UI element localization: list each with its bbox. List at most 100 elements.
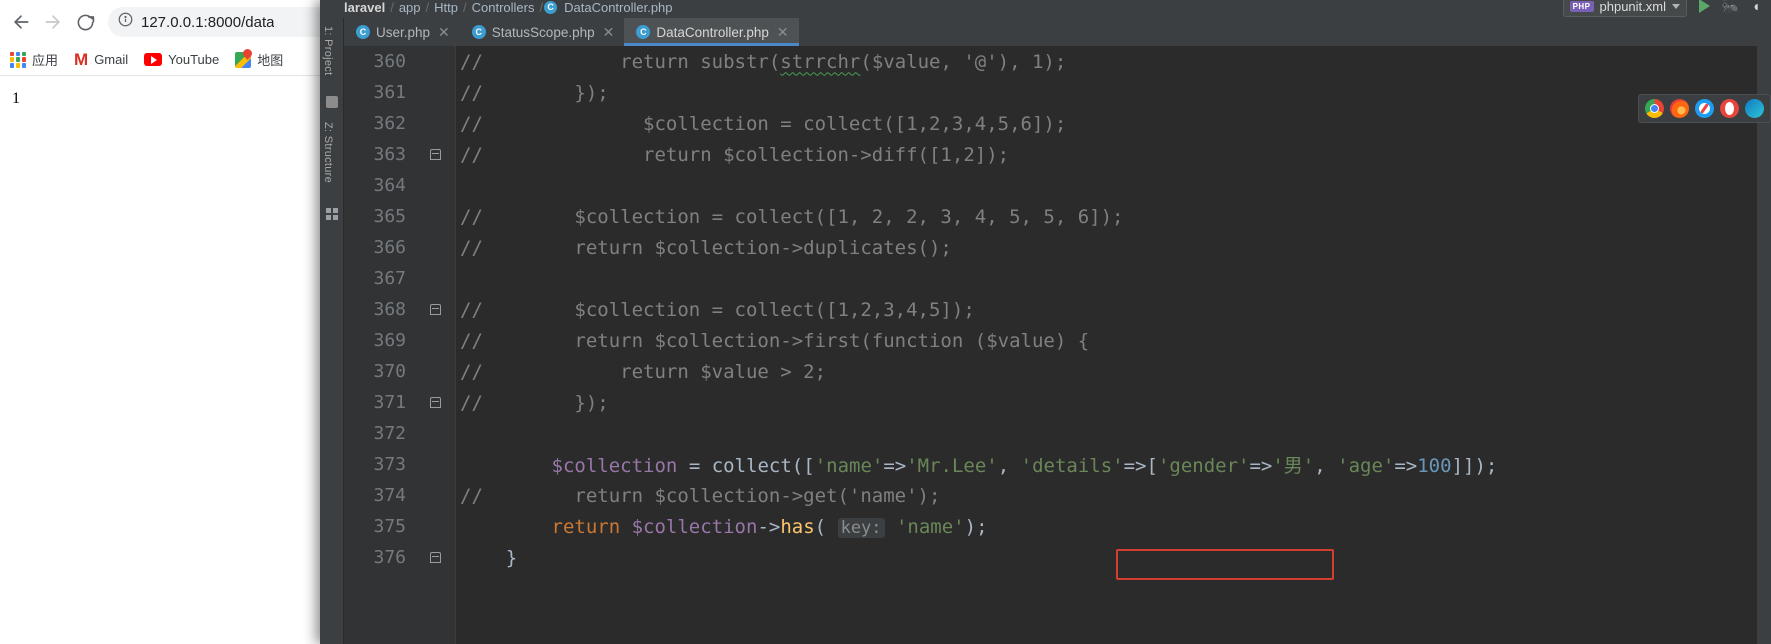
line-content: // }); [460, 81, 609, 104]
line-content: // }); [460, 391, 609, 414]
arrow-left-icon [11, 12, 31, 32]
reload-button[interactable] [70, 7, 100, 37]
info-circle-icon[interactable] [118, 12, 133, 32]
code-line[interactable]: 373 $collection = collect(['name'=>'Mr.L… [344, 449, 1771, 480]
breadcrumb-http[interactable]: Http [430, 0, 462, 15]
line-number: 368 [373, 299, 406, 320]
edge-icon[interactable] [1745, 99, 1764, 118]
code-line[interactable]: 369 // return $collection->first(functio… [344, 325, 1771, 356]
chrome-browser-window: 127.0.0.1:8000/data 应用 M Gmail YouTube 地… [0, 0, 360, 644]
bookmark-label: 地图 [257, 53, 284, 68]
line-number: 376 [373, 547, 406, 568]
breadcrumb-file[interactable]: DataController.php [560, 0, 676, 15]
code-fold-icon[interactable] [429, 304, 441, 315]
tab-user-php[interactable]: C User.php ✕ [344, 18, 460, 46]
bookmark-gmail[interactable]: M Gmail [74, 51, 128, 68]
line-content: return $collection->has( key: 'name'); [551, 515, 988, 538]
code-line[interactable]: 376 } [344, 542, 1771, 573]
code-line[interactable]: 367 [344, 263, 1771, 294]
tab-label: StatusScope.php [491, 24, 595, 40]
address-bar[interactable]: 127.0.0.1:8000/data [108, 7, 353, 37]
apps-grid-icon [10, 51, 26, 68]
fold-column[interactable] [414, 149, 456, 160]
opera-icon[interactable] [1720, 99, 1739, 118]
sidebar-item-project[interactable]: 1: Project [322, 26, 334, 75]
back-button[interactable] [6, 7, 36, 37]
code-line[interactable]: 374 // return $collection->get('name'); [344, 480, 1771, 511]
code-line[interactable]: 360 // return substr(strrchr($value, '@'… [344, 46, 1771, 77]
line-content: // return $collection->first(function ($… [460, 329, 1090, 352]
code-line[interactable]: 363 // return $collection->diff([1,2]); [344, 139, 1771, 170]
breadcrumb: laravel / app / Http / Controllers / C D… [340, 0, 677, 15]
page-content: 1 [0, 76, 359, 122]
close-icon[interactable]: ✕ [438, 25, 450, 39]
line-number: 373 [373, 454, 406, 475]
folder-icon[interactable] [326, 96, 338, 108]
tab-label: DataController.php [656, 24, 769, 40]
gmail-icon: M [74, 50, 89, 69]
structure-icon[interactable] [326, 208, 338, 220]
bookmark-label: 应用 [32, 53, 59, 68]
reload-icon [76, 13, 95, 32]
breadcrumb-controllers[interactable]: Controllers [468, 0, 539, 15]
left-tool-window-stripe: 1: Project Z: Structure [320, 18, 344, 644]
php-class-icon: C [356, 25, 370, 39]
run-configuration-selector[interactable]: PHP phpunit.xml [1562, 0, 1687, 17]
forward-button[interactable] [38, 7, 68, 37]
breadcrumb-app[interactable]: app [395, 0, 425, 15]
firefox-icon[interactable] [1670, 99, 1689, 118]
code-line[interactable]: 361 // }); [344, 77, 1771, 108]
code-line[interactable]: 362 // $collection = collect([1,2,3,4,5,… [344, 108, 1771, 139]
bookmark-youtube[interactable]: YouTube [144, 52, 219, 67]
coverage-button[interactable]: ◖ [1747, 0, 1765, 15]
code-fold-icon[interactable] [429, 397, 441, 408]
tab-datacontroller-php[interactable]: C DataController.php ✕ [624, 18, 799, 46]
code-editor[interactable]: 360 // return substr(strrchr($value, '@'… [344, 46, 1771, 644]
run-triangle-icon [1698, 0, 1710, 13]
close-icon[interactable]: ✕ [777, 25, 789, 39]
google-maps-icon [235, 51, 252, 68]
line-content: // return $value > 2; [460, 360, 827, 383]
chrome-icon[interactable] [1645, 99, 1664, 118]
run-button[interactable] [1695, 0, 1713, 15]
line-number: 370 [373, 361, 406, 382]
bookmarks-bar: 应用 M Gmail YouTube 地图 [0, 44, 359, 76]
code-fold-icon[interactable] [429, 552, 441, 563]
safari-icon[interactable] [1695, 99, 1714, 118]
code-line[interactable]: 371 // }); [344, 387, 1771, 418]
line-content: // $collection = collect([1, 2, 2, 3, 4,… [460, 205, 1124, 228]
line-number: 363 [373, 144, 406, 165]
line-number: 374 [373, 485, 406, 506]
close-icon[interactable]: ✕ [603, 25, 615, 39]
code-fold-icon[interactable] [429, 149, 441, 160]
code-line[interactable]: 364 [344, 170, 1771, 201]
phpstorm-window: laravel / app / Http / Controllers / C D… [320, 0, 1771, 644]
line-content: } [505, 546, 518, 569]
code-line[interactable]: 368 // $collection = collect([1,2,3,4,5]… [344, 294, 1771, 325]
line-content: // return $collection->diff([1,2]); [460, 143, 1010, 166]
debug-button[interactable]: 🐜 [1721, 0, 1739, 15]
code-line[interactable]: 372 [344, 418, 1771, 449]
navigation-bar: laravel / app / Http / Controllers / C D… [320, 0, 1771, 18]
line-content: // $collection = collect([1,2,3,4,5,6]); [460, 112, 1067, 135]
code-lines: 360 // return substr(strrchr($value, '@'… [344, 46, 1771, 644]
php-class-icon: C [544, 0, 558, 14]
code-line[interactable]: 365 // $collection = collect([1, 2, 2, 3… [344, 201, 1771, 232]
line-content: // return substr(strrchr($value, '@'), 1… [460, 50, 1067, 73]
breadcrumb-project[interactable]: laravel [340, 0, 389, 15]
code-line[interactable]: 366 // return $collection->duplicates(); [344, 232, 1771, 263]
editor-tab-bar: C User.php ✕ C StatusScope.php ✕ C DataC… [344, 18, 1771, 46]
bookmark-maps[interactable]: 地图 [235, 50, 283, 69]
bookmark-apps[interactable]: 应用 [10, 50, 58, 69]
tab-statusscope-php[interactable]: C StatusScope.php ✕ [460, 18, 625, 46]
chevron-down-icon[interactable] [1672, 3, 1680, 9]
line-content: $collection = collect(['name'=>'Mr.Lee',… [551, 455, 1498, 477]
code-line[interactable]: 370 // return $value > 2; [344, 356, 1771, 387]
sidebar-item-structure[interactable]: Z: Structure [322, 122, 334, 183]
debug-bug-icon: 🐜 [1721, 0, 1739, 14]
fold-column[interactable] [414, 552, 456, 563]
code-line[interactable]: 375 return $collection->has( key: 'name'… [344, 511, 1771, 542]
line-number: 365 [373, 206, 406, 227]
fold-column[interactable] [414, 304, 456, 315]
fold-column[interactable] [414, 397, 456, 408]
